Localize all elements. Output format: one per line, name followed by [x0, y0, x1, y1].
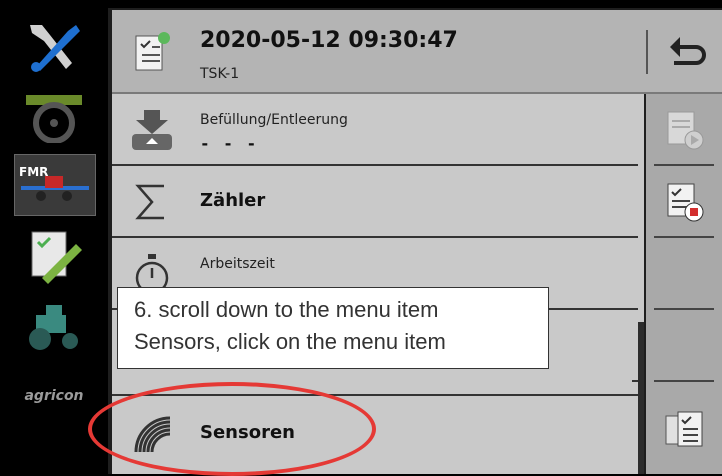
sigma-icon: [130, 180, 174, 224]
menu-item-label: Arbeitszeit: [200, 256, 275, 272]
tractor-icon[interactable]: [14, 296, 94, 356]
divider: [654, 380, 714, 382]
menu-item-value: - - -: [200, 134, 259, 153]
fill-drain-icon: [130, 108, 174, 152]
softkey-bar: [646, 94, 722, 474]
task-list-icon: [665, 411, 703, 447]
back-button[interactable]: [660, 28, 716, 78]
callout-line-1: 6. scroll down to the menu item: [134, 297, 439, 322]
task-pencil-icon[interactable]: [14, 226, 94, 286]
header-divider: [646, 30, 648, 74]
task-header: 2020-05-12 09:30:47 TSK-1: [112, 10, 722, 94]
instruction-callout: 6. scroll down to the menu item Sensors,…: [117, 287, 549, 369]
menu-item-fill-empty[interactable]: Befüllung/Entleerung - - -: [112, 94, 642, 166]
agricon-logo[interactable]: agricon: [14, 366, 94, 426]
app-sidebar: FMR agricon: [0, 0, 108, 474]
tools-icon[interactable]: [14, 16, 94, 76]
softkey-empty-2[interactable]: [646, 310, 722, 382]
task-id: TSK-1: [200, 66, 240, 82]
start-task-button[interactable]: [646, 94, 722, 166]
menu-item-label: Befüllung/Entleerung: [200, 112, 348, 128]
scrollbar-thumb[interactable]: [638, 322, 644, 474]
agricon-label: agricon: [24, 388, 84, 404]
back-arrow-icon: [670, 37, 706, 65]
task-document-icon: [132, 30, 172, 78]
task-play-icon: [667, 111, 704, 150]
menu-item-label: Zähler: [200, 190, 266, 211]
task-stop-icon: [667, 183, 704, 222]
menu-item-counter[interactable]: Zähler: [112, 166, 642, 238]
task-list-button[interactable]: [646, 394, 722, 466]
fmr-label: FMR: [19, 165, 48, 179]
highlight-ellipse: [88, 382, 376, 476]
fmr-app-icon[interactable]: FMR: [14, 154, 96, 216]
page-title: 2020-05-12 09:30:47: [200, 28, 458, 53]
stop-task-button[interactable]: [646, 166, 722, 238]
softkey-empty-1[interactable]: [646, 238, 722, 310]
callout-line-2: Sensors, click on the menu item: [134, 329, 446, 354]
steering-wheel-icon[interactable]: [14, 86, 94, 146]
